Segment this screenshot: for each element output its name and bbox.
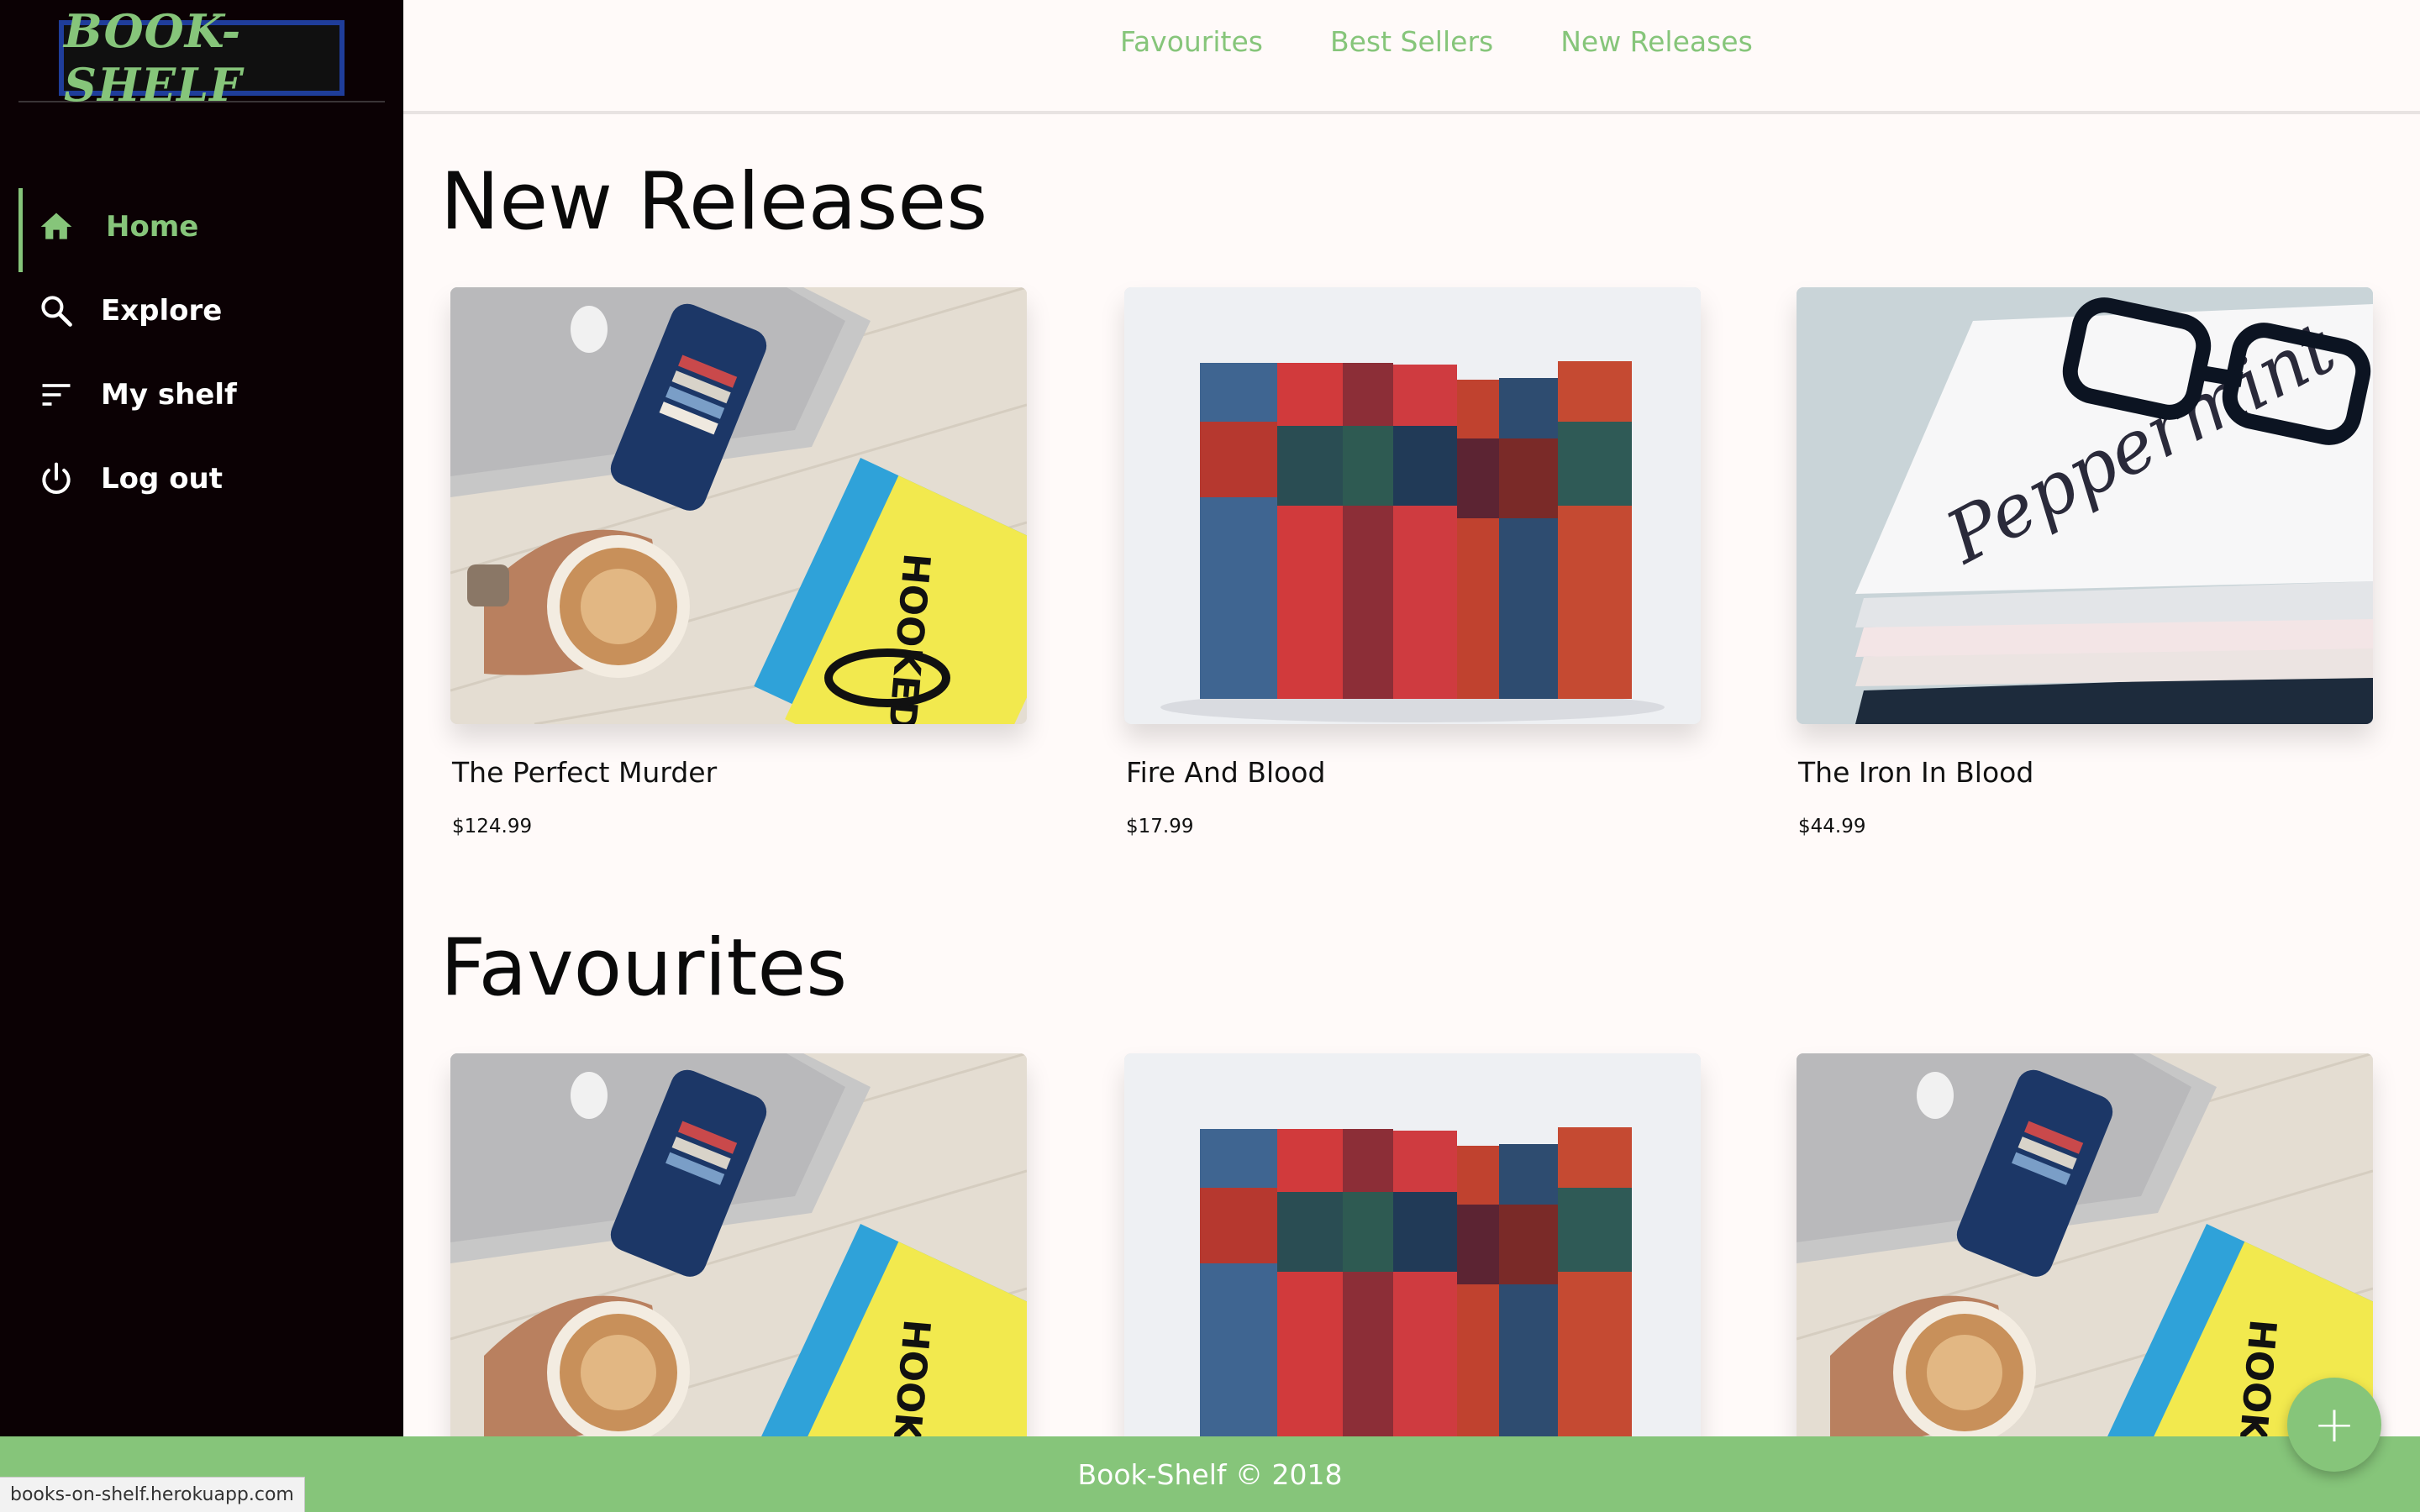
book-title[interactable]: The Iron In Blood bbox=[1798, 756, 2373, 789]
section-title-favourites: Favourites bbox=[440, 922, 848, 1014]
sidebar: BOOK-SHELF Home Explore My shelf Log out bbox=[0, 0, 403, 1512]
sidebar-item-label: Home bbox=[106, 210, 199, 244]
status-bar-url: books-on-shelf.herokuapp.com bbox=[0, 1477, 305, 1512]
top-nav-links: Favourites Best Sellers New Releases bbox=[1120, 25, 1753, 58]
book-price: $44.99 bbox=[1798, 816, 1866, 837]
power-icon bbox=[37, 459, 76, 498]
section-title-new-releases: New Releases bbox=[440, 156, 988, 248]
logo[interactable]: BOOK-SHELF bbox=[59, 4, 345, 112]
book-card[interactable] bbox=[1124, 1053, 1701, 1490]
book-card[interactable]: Fire And Blood $17.99 bbox=[1124, 287, 1701, 837]
book-spines-photo[interactable] bbox=[1124, 287, 1701, 724]
topnav-link-new-releases[interactable]: New Releases bbox=[1560, 25, 1753, 58]
add-button[interactable]: + bbox=[2287, 1378, 2381, 1472]
sort-lines-icon bbox=[37, 375, 76, 414]
book-card[interactable]: HOOKED The Perfect Murder $124.99 bbox=[450, 287, 1027, 837]
book-title[interactable]: The Perfect Murder bbox=[452, 756, 1027, 789]
book-card[interactable]: HOOKED bbox=[450, 1053, 1027, 1490]
sidebar-item-home[interactable]: Home bbox=[0, 185, 403, 272]
sidebar-item-label: Log out bbox=[101, 462, 224, 496]
sidebar-item-my-shelf[interactable]: My shelf bbox=[0, 353, 403, 437]
plus-icon: + bbox=[2312, 1395, 2356, 1454]
sidebar-nav: Home Explore My shelf Log out bbox=[0, 185, 403, 521]
coffee-desk-photo[interactable]: HOOKED bbox=[450, 1053, 1027, 1490]
sidebar-item-label: Explore bbox=[101, 294, 223, 328]
magazines-glasses-photo[interactable]: Peppermint bbox=[1797, 287, 2373, 724]
book-title[interactable]: Fire And Blood bbox=[1126, 756, 1701, 789]
footer-text: Book-Shelf © 2018 bbox=[1077, 1457, 1343, 1491]
sidebar-item-label: My shelf bbox=[101, 378, 237, 412]
top-navbar: Favourites Best Sellers New Releases bbox=[403, 0, 2420, 114]
home-icon bbox=[37, 207, 76, 246]
footer: Book-Shelf © 2018 bbox=[0, 1436, 2420, 1512]
logo-area: BOOK-SHELF bbox=[18, 0, 385, 112]
topnav-link-favourites[interactable]: Favourites bbox=[1120, 25, 1263, 58]
book-price: $17.99 bbox=[1126, 816, 1194, 837]
search-icon bbox=[37, 291, 76, 330]
topnav-link-best-sellers[interactable]: Best Sellers bbox=[1330, 25, 1493, 58]
book-spines-photo[interactable] bbox=[1124, 1053, 1701, 1490]
sidebar-item-log-out[interactable]: Log out bbox=[0, 437, 403, 521]
sidebar-item-explore[interactable]: Explore bbox=[0, 269, 403, 353]
book-card[interactable]: Peppermint The Iron In Blood $44.99 bbox=[1797, 287, 2373, 837]
book-price: $124.99 bbox=[452, 816, 533, 837]
coffee-desk-photo[interactable]: HOOKED bbox=[450, 287, 1027, 724]
